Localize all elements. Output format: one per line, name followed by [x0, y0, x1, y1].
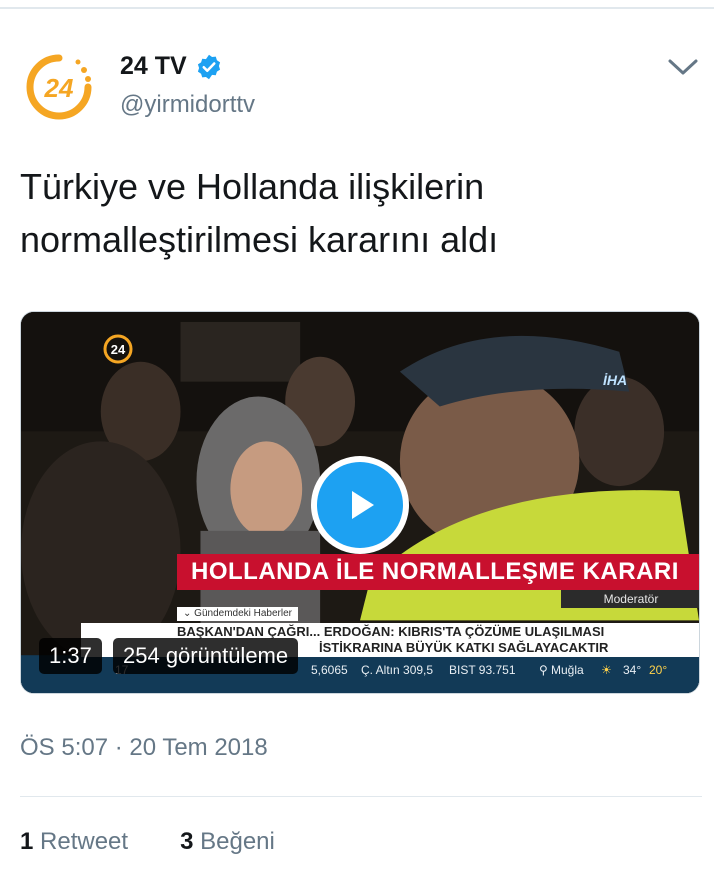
tweet-text: Türkiye ve Hollanda ilişkilerin normalle…: [20, 166, 499, 260]
location-pin-icon: ⚲: [539, 663, 548, 677]
name-row: 24 TV: [120, 52, 223, 81]
display-name[interactable]: 24 TV: [120, 52, 187, 81]
section-label-text: Gündemdeki Haberler: [194, 608, 292, 619]
video-duration: 1:37: [39, 638, 102, 674]
channel-watermark-icon: 24: [103, 334, 133, 364]
channel-logo-icon: 24: [26, 54, 92, 120]
svg-text:24: 24: [44, 73, 74, 103]
temp-low: 20°: [649, 663, 668, 677]
verified-badge-icon: [197, 54, 220, 79]
play-icon: [352, 491, 374, 519]
channel-watermark: 24: [101, 332, 135, 371]
section-label-chevron-icon: ⌄: [183, 608, 195, 619]
svg-text:24: 24: [111, 342, 126, 357]
video-player[interactable]: 24 İHA HOLLANDA İLE NORMALLEŞME KARARI M…: [20, 311, 700, 694]
tweet-timestamp[interactable]: ÖS 5:07 · 20 Tem 2018: [20, 734, 268, 762]
likes-label: Beğeni: [200, 828, 275, 855]
caption-tag: Moderatör: [561, 590, 699, 608]
market-item-3: Ç. Altın 309,5: [361, 663, 434, 677]
handle[interactable]: @yirmidorttv: [120, 91, 255, 119]
sun-cloud-icon: ☀: [601, 663, 612, 677]
retweets-stat[interactable]: 1 Retweet: [20, 828, 128, 856]
view-count: 254 görüntüleme: [113, 638, 299, 674]
agency-logo: İHA: [603, 372, 628, 388]
stats-divider: [20, 796, 702, 797]
ticker-line-1: BAŞKAN'DAN ÇAĞRI... ERDOĞAN: KIBRIS'TA Ç…: [177, 624, 605, 639]
top-divider: [0, 7, 714, 9]
news-banner: HOLLANDA İLE NORMALLEŞME KARARI: [177, 554, 699, 590]
temp-high: 34°: [623, 663, 642, 677]
chevron-down-icon[interactable]: [666, 54, 700, 80]
likes-count: 3: [180, 828, 194, 855]
retweets-count: 1: [20, 828, 34, 855]
weather-location: Muğla: [551, 663, 584, 677]
avatar[interactable]: 24: [22, 50, 96, 124]
engagement-stats: 1 Retweet 3 Beğeni: [20, 828, 327, 856]
market-item-2: 5,6065: [311, 663, 348, 677]
section-label: ⌄ Gündemdeki Haberler: [177, 607, 298, 621]
play-button[interactable]: [311, 456, 409, 554]
ticker-line-2: İSTİKRARINA BÜYÜK KATKI SAĞLAYACAKTIR: [319, 640, 609, 655]
market-item-4: BIST 93.751: [449, 663, 516, 677]
retweets-label: Retweet: [40, 828, 129, 855]
likes-stat[interactable]: 3 Beğeni: [180, 828, 275, 856]
